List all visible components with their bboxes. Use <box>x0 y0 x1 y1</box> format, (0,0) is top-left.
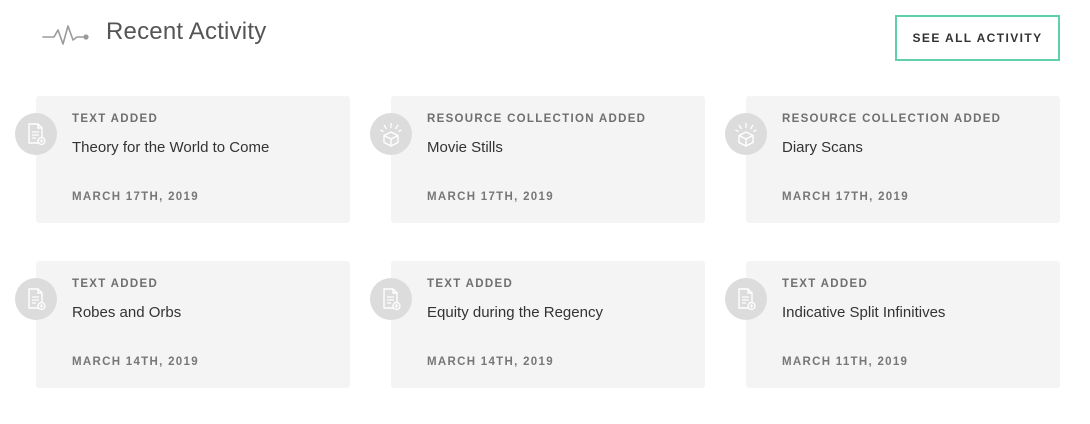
text-document-icon <box>725 278 767 320</box>
activity-title[interactable]: Diary Scans <box>782 139 863 156</box>
activity-type: TEXT ADDED <box>72 113 159 125</box>
text-document-icon <box>15 278 57 320</box>
activity-date: MARCH 14TH, 2019 <box>427 356 554 368</box>
activity-title[interactable]: Robes and Orbs <box>72 304 181 321</box>
activity-card[interactable]: TEXT ADDED Equity during the Regency MAR… <box>370 261 705 388</box>
recent-activity-header: Recent Activity SEE ALL ACTIVITY <box>0 0 1090 70</box>
see-all-activity-button[interactable]: SEE ALL ACTIVITY <box>895 15 1060 61</box>
activity-type: TEXT ADDED <box>782 278 869 290</box>
activity-card[interactable]: TEXT ADDED Robes and Orbs MARCH 14TH, 20… <box>15 261 350 388</box>
activity-type: RESOURCE COLLECTION ADDED <box>427 113 647 125</box>
activity-date: MARCH 14TH, 2019 <box>72 356 199 368</box>
activity-title[interactable]: Movie Stills <box>427 139 503 156</box>
resource-box-icon <box>370 113 412 155</box>
resource-box-icon <box>725 113 767 155</box>
activity-pulse-icon <box>42 25 89 45</box>
activity-type: TEXT ADDED <box>72 278 159 290</box>
activity-title[interactable]: Equity during the Regency <box>427 304 603 321</box>
activity-date: MARCH 17TH, 2019 <box>782 191 909 203</box>
activity-title[interactable]: Theory for the World to Come <box>72 139 269 156</box>
activity-date: MARCH 11TH, 2019 <box>782 356 909 368</box>
activity-date: MARCH 17TH, 2019 <box>72 191 199 203</box>
text-document-icon <box>15 113 57 155</box>
page-title: Recent Activity <box>106 18 267 45</box>
activity-card[interactable]: RESOURCE COLLECTION ADDED Movie Stills M… <box>370 96 705 223</box>
activity-card[interactable]: RESOURCE COLLECTION ADDED Diary Scans MA… <box>725 96 1060 223</box>
activity-card[interactable]: TEXT ADDED Theory for the World to Come … <box>15 96 350 223</box>
activity-title[interactable]: Indicative Split Infinitives <box>782 304 945 321</box>
recent-activity-panel: Recent Activity SEE ALL ACTIVITY TEXT AD… <box>0 0 1090 424</box>
activity-card[interactable]: TEXT ADDED Indicative Split Infinitives … <box>725 261 1060 388</box>
activity-date: MARCH 17TH, 2019 <box>427 191 554 203</box>
activity-type: TEXT ADDED <box>427 278 514 290</box>
text-document-icon <box>370 278 412 320</box>
activity-type: RESOURCE COLLECTION ADDED <box>782 113 1002 125</box>
